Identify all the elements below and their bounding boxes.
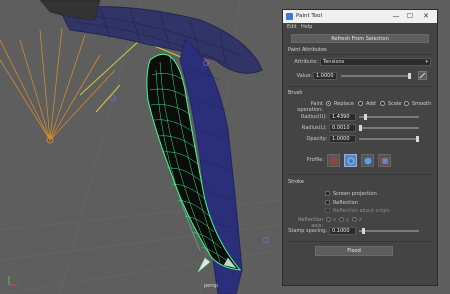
stamp-spacing-field[interactable]: 0.1000 [329, 227, 356, 235]
divider [287, 54, 433, 55]
stamp-spacing-slider-track[interactable] [359, 230, 419, 232]
square-icon [381, 157, 389, 165]
menu-edit[interactable]: Edit [287, 24, 297, 30]
attribute-select[interactable]: Tensions ▾ [320, 58, 431, 66]
window-title: Paint Tool [296, 13, 323, 19]
axis-z-label: z [359, 217, 362, 223]
opacity-label: Opacity: [306, 136, 327, 142]
radius-l-field[interactable]: 0.0010 [329, 124, 356, 132]
minimize-button[interactable]: — [391, 12, 401, 21]
radio-replace-label: Replace [334, 101, 354, 107]
radio-replace[interactable] [326, 101, 331, 106]
radio-scale-label: Scale [388, 101, 402, 107]
solid-icon [364, 157, 372, 165]
attribute-select-value: Tensions [323, 59, 345, 65]
divider [287, 174, 433, 175]
brush-heading: Brush [288, 90, 303, 96]
menu-bar: Edit Help [283, 23, 437, 32]
profile-solid-button[interactable] [361, 154, 374, 167]
title-bar[interactable]: Paint Tool — ☐ ✕ [283, 10, 437, 23]
radius-u-label: Radius(U): [300, 114, 327, 120]
stamp-spacing-slider-knob[interactable] [361, 228, 365, 234]
stroke-heading: Stroke [288, 179, 304, 185]
menu-help[interactable]: Help [301, 24, 312, 30]
joint-chain [0, 27, 116, 141]
close-button[interactable]: ✕ [421, 12, 431, 21]
eyedropper-button[interactable] [418, 71, 427, 80]
profile-square-button[interactable] [378, 154, 391, 167]
radio-add[interactable] [358, 101, 363, 106]
paint-operation-label: Paint operation: [297, 101, 323, 113]
attribute-label: Attribute: [294, 59, 318, 65]
divider [287, 86, 433, 87]
value-field[interactable]: 1.0000 [313, 72, 337, 80]
reflection-origin-checkbox[interactable] [325, 208, 330, 213]
axis-z-radio[interactable] [352, 217, 357, 222]
profile-soft-button[interactable] [344, 154, 357, 167]
axis-gizmo [4, 274, 20, 290]
camera-label: persp [204, 283, 219, 289]
paint-tool-window: Paint Tool — ☐ ✕ Edit Help Refresh From … [282, 9, 438, 286]
radius-u-slider-track[interactable] [359, 116, 419, 118]
axis-y-label: y [346, 217, 349, 223]
eyedropper-icon [419, 72, 426, 79]
soft-icon [347, 157, 355, 165]
profile-label: Profile: [306, 157, 324, 163]
opacity-slider-knob[interactable] [416, 136, 419, 142]
radius-l-slider-knob[interactable] [359, 125, 362, 131]
screen-projection-label: Screen projection [333, 191, 377, 197]
paint-attributes-heading: Paint Attributes [288, 47, 327, 53]
radio-smooth[interactable] [404, 101, 409, 106]
flood-button[interactable]: Flood [315, 246, 393, 256]
value-label: Value: [296, 73, 312, 79]
radius-u-field[interactable]: 1.4390 [329, 113, 356, 121]
value-slider-track[interactable] [341, 75, 411, 77]
divider [287, 241, 433, 242]
opacity-field[interactable]: 1.0000 [329, 135, 356, 143]
axis-y-radio[interactable] [339, 217, 344, 222]
profile-gaussian-button[interactable] [327, 154, 340, 167]
radius-u-slider-knob[interactable] [363, 114, 367, 120]
chevron-down-icon: ▾ [425, 59, 428, 65]
opacity-slider-track[interactable] [359, 138, 419, 140]
radio-smooth-label: Smooth [412, 101, 432, 107]
stamp-spacing-label: Stamp spacing: [288, 228, 327, 234]
axis-x-label: x [333, 217, 336, 223]
reflection-origin-label: Reflection about origin [333, 208, 390, 214]
app-icon [286, 13, 293, 20]
screen-projection-checkbox[interactable] [325, 191, 330, 196]
axis-x-radio[interactable] [326, 217, 331, 222]
reflection-label: Reflection [333, 200, 358, 206]
gaussian-icon [330, 157, 338, 165]
value-slider-knob[interactable] [408, 73, 411, 79]
reflection-checkbox[interactable] [325, 200, 330, 205]
radius-l-label: Radius(L): [301, 125, 327, 131]
refresh-from-selection-button[interactable]: Refresh From Selection [291, 34, 429, 43]
radius-l-slider-track[interactable] [359, 127, 419, 129]
radio-scale[interactable] [380, 101, 385, 106]
radio-add-label: Add [366, 101, 376, 107]
maximize-button[interactable]: ☐ [405, 12, 415, 21]
